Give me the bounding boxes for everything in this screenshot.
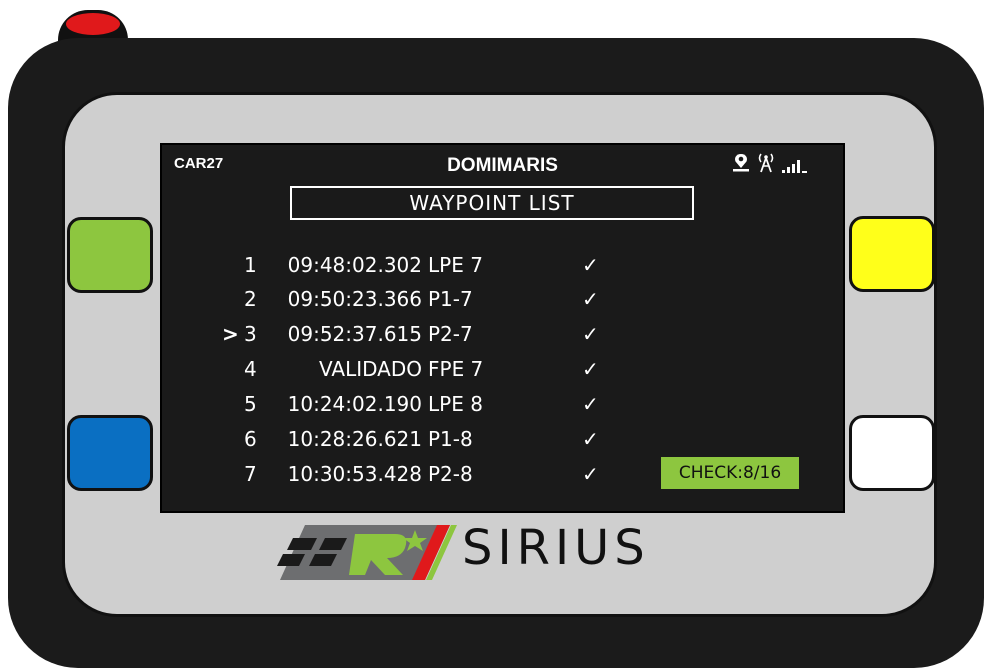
waypoint-time: 10:30:53.428: [287, 462, 422, 486]
waypoint-row[interactable]: 5 10:24:02.190 LPE 8 ✓: [222, 389, 599, 419]
selection-cursor: [222, 354, 244, 384]
display-screen: CAR27 DOMIMARIS WAYPOINT LIST 1 09:48:02…: [160, 143, 845, 513]
waypoint-label: P2-8: [428, 462, 473, 486]
selection-cursor: [222, 424, 244, 454]
waypoint-label: P1-8: [428, 427, 473, 451]
green-button[interactable]: [67, 217, 153, 293]
selection-cursor: >: [222, 322, 239, 346]
waypoint-row[interactable]: 7 10:30:53.428 P2-8 ✓: [222, 459, 599, 489]
waypoint-time: VALIDADO: [319, 357, 422, 381]
brand-name: SIRIUS: [462, 520, 650, 576]
waypoint-time: 09:52:37.615: [287, 322, 422, 346]
location-pin-icon: [732, 153, 750, 177]
selection-cursor: [222, 250, 244, 280]
white-button[interactable]: [849, 415, 935, 491]
waypoint-row[interactable]: 2 09:50:23.366 P1-7 ✓: [222, 284, 599, 314]
checkmark-icon: ✓: [582, 462, 599, 486]
waypoint-number: 4: [244, 357, 257, 381]
waypoint-label: LPE 7: [428, 253, 483, 277]
selection-cursor: [222, 459, 244, 489]
waypoint-number: 7: [244, 462, 257, 486]
antenna-icon: [756, 151, 776, 177]
waypoint-row[interactable]: >3 09:52:37.615 P2-7 ✓: [222, 319, 599, 349]
checkmark-icon: ✓: [582, 322, 599, 346]
signal-bars-icon: [782, 158, 808, 177]
checkmark-icon: ✓: [582, 253, 599, 277]
waypoint-time: 09:48:02.302: [287, 253, 422, 277]
checkmark-icon: ✓: [582, 357, 599, 381]
waypoint-label: LPE 8: [428, 392, 483, 416]
waypoint-number: 5: [244, 392, 257, 416]
waypoint-list-header: WAYPOINT LIST: [290, 186, 694, 220]
waypoint-number: 2: [244, 287, 257, 311]
checkmark-icon: ✓: [582, 392, 599, 416]
blue-button[interactable]: [67, 415, 153, 491]
waypoint-label: P2-7: [428, 322, 473, 346]
waypoint-number: 6: [244, 427, 257, 451]
selection-cursor: [222, 284, 244, 314]
waypoint-number: 3: [244, 322, 257, 346]
yellow-button[interactable]: [849, 216, 935, 292]
waypoint-label: P1-7: [428, 287, 473, 311]
check-status-badge: CHECK:8/16: [661, 457, 799, 489]
checkmark-icon: ✓: [582, 427, 599, 451]
waypoint-time: 10:24:02.190: [287, 392, 422, 416]
checkmark-icon: ✓: [582, 287, 599, 311]
waypoint-row[interactable]: 1 09:48:02.302 LPE 7 ✓: [222, 250, 599, 280]
waypoint-row[interactable]: 4 VALIDADO FPE 7 ✓: [222, 354, 599, 384]
waypoint-number: 1: [244, 253, 257, 277]
selection-cursor: [222, 389, 244, 419]
status-icons: [732, 151, 808, 177]
waypoint-time: 09:50:23.366: [287, 287, 422, 311]
waypoint-label: FPE 7: [428, 357, 484, 381]
waypoint-row[interactable]: 6 10:28:26.621 P1-8 ✓: [222, 424, 599, 454]
waypoint-time: 10:28:26.621: [287, 427, 422, 451]
